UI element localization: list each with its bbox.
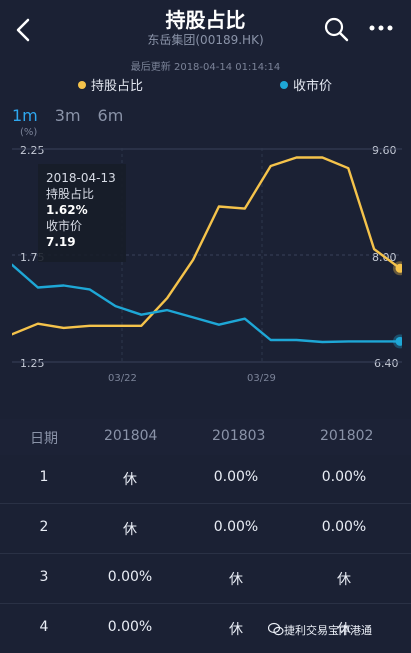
- watermark-text: 捷利交易宝中港通: [284, 622, 372, 638]
- tooltip-date: 2018-04-13: [46, 170, 126, 186]
- legend-item-price: 收市价: [280, 75, 332, 94]
- tab-6m[interactable]: 6m: [98, 106, 124, 125]
- tab-3m[interactable]: 3m: [55, 106, 81, 125]
- y-axis-unit: (%): [20, 127, 37, 138]
- table-cell: 休: [196, 569, 276, 589]
- table-cell: 休: [304, 569, 384, 589]
- tooltip-series2-value: 7.19: [46, 235, 76, 249]
- table-cell: 4: [30, 619, 58, 635]
- chart-tooltip: 2018-04-13 持股占比 1.62% 收市价 7.19: [38, 164, 126, 262]
- table-cell: 2: [30, 519, 58, 535]
- table-cell: 0.00%: [90, 569, 170, 585]
- table-header: 日期 201804 201803 201802: [0, 419, 411, 455]
- tooltip-series2-label: 收市价: [46, 218, 126, 234]
- tooltip-series1-label: 持股占比: [46, 186, 126, 202]
- column-header: 201803: [212, 428, 265, 444]
- holding-legend-dot: [78, 81, 86, 89]
- table-cell: 0.00%: [304, 519, 384, 535]
- table-cell: 休: [90, 469, 170, 489]
- table-cell: 0.00%: [196, 469, 276, 485]
- table-cell: 休: [196, 619, 276, 639]
- table-row: 1 休 0.00% 0.00%: [0, 455, 411, 504]
- more-options-icon[interactable]: [366, 14, 396, 42]
- table-cell: 1: [30, 469, 58, 485]
- legend-item-holding: 持股占比: [78, 75, 143, 94]
- header: 持股占比 东岳集团(00189.HK): [0, 0, 411, 56]
- column-header: 201802: [320, 428, 373, 444]
- column-header-date: 日期: [30, 428, 58, 448]
- x-tick-label: 03/29: [247, 373, 276, 384]
- legend-label: 收市价: [293, 75, 332, 94]
- wechat-icon: [268, 622, 284, 636]
- table-row: 2 休 0.00% 0.00%: [0, 505, 411, 554]
- table-cell: 休: [90, 519, 170, 539]
- table-cell: 0.00%: [196, 519, 276, 535]
- x-tick-label: 03/22: [108, 373, 137, 384]
- tab-1m[interactable]: 1m: [12, 106, 38, 125]
- column-header: 201804: [104, 428, 157, 444]
- table-row: 3 0.00% 休 休: [0, 555, 411, 604]
- range-tabs: 1m 3m 6m: [12, 106, 140, 125]
- close-price-line: [12, 265, 400, 342]
- tooltip-series1-value: 1.62%: [46, 203, 88, 217]
- last-updated: 最后更新 2018-04-14 01:14:14: [0, 58, 411, 73]
- legend-label: 持股占比: [91, 75, 143, 94]
- search-icon[interactable]: [322, 15, 350, 43]
- table-cell: 0.00%: [304, 469, 384, 485]
- table-cell: 3: [30, 569, 58, 585]
- table-cell: 0.00%: [90, 619, 170, 635]
- price-legend-dot: [280, 81, 288, 89]
